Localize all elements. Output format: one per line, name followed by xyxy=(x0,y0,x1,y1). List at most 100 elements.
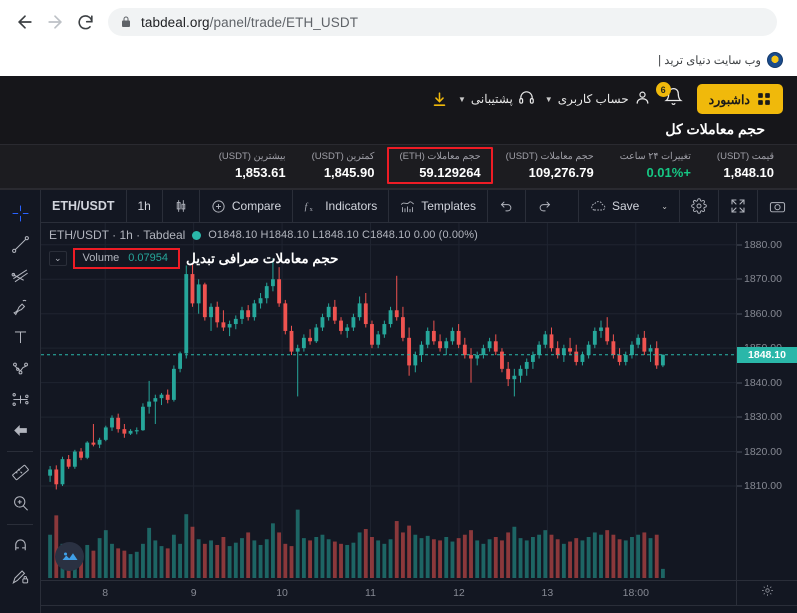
price-axis-label: 1870.00 xyxy=(744,273,782,286)
indicators-label: Indicators xyxy=(325,199,378,213)
price-axis-tick xyxy=(737,485,742,487)
download-icon xyxy=(431,91,448,108)
drawing-lock-tool[interactable] xyxy=(3,561,37,592)
arrow-marker-tool[interactable] xyxy=(3,415,37,446)
drawing-toolbar xyxy=(0,190,41,613)
url-host: tabdeal.org xyxy=(141,14,210,30)
chart-status-bar: 5y 1y 6m 3m 1m 5d 1d 10:03:17 (UTC+4:30)… xyxy=(41,605,797,613)
measure-ruler-icon xyxy=(11,463,30,482)
templates-button[interactable]: Templates xyxy=(389,190,488,222)
ticker-item-volume-usdt: حجم معاملات (USDT) 109,276.79 xyxy=(493,151,607,180)
crosshair-tool[interactable] xyxy=(3,198,37,229)
candlestick-chart xyxy=(41,223,736,578)
support-menu[interactable]: پشتیبانی ▼ xyxy=(458,89,535,109)
pattern-tool[interactable] xyxy=(3,353,37,384)
dashboard-button[interactable]: داشبورد xyxy=(696,84,783,114)
undo-icon xyxy=(499,199,514,214)
trend-line-tool[interactable] xyxy=(3,229,37,260)
price-axis-label: 1810.00 xyxy=(744,480,782,492)
address-bar[interactable]: tabdeal.org/panel/trade/ETH_USDT xyxy=(108,8,777,36)
ticker-label: کمترین (USDT) xyxy=(311,150,375,162)
ticker-item-price: قیمت (USDT) 1,848.10 xyxy=(704,151,787,180)
chevron-down-icon: ▼ xyxy=(544,94,553,104)
url-path: /panel/trade/ETH_USDT xyxy=(209,14,359,30)
market-ticker-bar: قیمت (USDT) 1,848.10 تغییرات ۲۴ ساعت +0.… xyxy=(0,144,797,188)
exchange-watermark-logo xyxy=(55,542,84,571)
grid-icon xyxy=(757,92,771,106)
snapshot-button[interactable] xyxy=(758,190,797,222)
fullscreen-button[interactable] xyxy=(719,190,758,222)
symbol-button[interactable]: ETH/USDT xyxy=(41,190,127,222)
back-arrow-icon xyxy=(15,12,35,32)
undo-button[interactable] xyxy=(488,190,526,222)
back-button[interactable] xyxy=(10,7,40,37)
crosshair-icon xyxy=(11,204,30,223)
bookmark-label: وب سایت دنیای ترید | xyxy=(658,55,761,67)
download-app-button[interactable] xyxy=(431,91,448,108)
forecast-tool[interactable] xyxy=(3,384,37,415)
reload-icon xyxy=(76,13,95,32)
headset-icon xyxy=(518,89,535,109)
plus-circle-icon xyxy=(211,199,226,214)
time-axis-labels: 8 9 10 11 12 13 18:00 xyxy=(41,581,736,605)
templates-icon xyxy=(400,199,415,214)
current-price-tag: 1848.10 xyxy=(737,346,797,363)
price-axis-label: 1840.00 xyxy=(744,376,782,389)
chart-plot-area[interactable]: ETH/USDT · 1h · Tabdeal O1848.10 H1848.1… xyxy=(41,223,736,580)
save-button[interactable]: Save xyxy=(579,190,650,222)
time-axis-label: 18:00 xyxy=(622,587,649,599)
account-menu[interactable]: حساب کاربری ▼ xyxy=(545,89,651,109)
measure-tool[interactable] xyxy=(3,457,37,488)
time-axis[interactable]: 8 9 10 11 12 13 18:00 xyxy=(41,580,797,605)
time-axis-label: 11 xyxy=(365,587,376,599)
fib-retracement-icon xyxy=(11,266,30,285)
price-axis-tick xyxy=(737,278,742,280)
drawing-lock-icon xyxy=(11,567,30,586)
chart-type-button[interactable] xyxy=(163,190,200,222)
zoom-tool[interactable] xyxy=(3,488,37,519)
candlestick-icon xyxy=(174,199,188,213)
save-options-button[interactable]: ⌄ xyxy=(650,190,680,222)
svg-text:x: x xyxy=(310,205,314,212)
interval-button[interactable]: 1h xyxy=(127,190,163,222)
chart-toolbar: ETH/USDT 1h Compare fx Indicators Templa… xyxy=(41,190,797,223)
dashboard-label: داشبورد xyxy=(708,92,750,107)
account-label: حساب کاربری xyxy=(557,92,629,106)
bookmark-item[interactable]: وب سایت دنیای ترید | xyxy=(654,50,787,70)
price-axis-tick xyxy=(737,382,742,384)
interval-label: 1h xyxy=(137,199,151,213)
forward-button[interactable] xyxy=(40,7,70,37)
price-axis[interactable]: 1880.001870.001860.001850.001840.001830.… xyxy=(736,223,797,580)
magnet-tool[interactable] xyxy=(3,530,37,561)
price-axis-label: 1830.00 xyxy=(744,411,782,424)
ticker-item-change-24h: تغییرات ۲۴ ساعت +0.01% xyxy=(607,151,704,180)
site-favicon-icon xyxy=(767,52,783,68)
time-axis-settings-button[interactable] xyxy=(736,581,797,605)
indicators-button[interactable]: fx Indicators xyxy=(293,190,390,222)
ticker-label: قیمت (USDT) xyxy=(716,150,774,162)
trend-line-icon xyxy=(11,235,30,254)
text-tool[interactable] xyxy=(3,322,37,353)
redo-button[interactable] xyxy=(526,190,563,222)
toolbar-spacer xyxy=(563,190,579,222)
chevron-down-icon: ▼ xyxy=(457,94,466,104)
chart-settings-button[interactable] xyxy=(680,190,719,222)
chart-panel: ETH/USDT 1h Compare fx Indicators Templa… xyxy=(0,188,797,613)
ticker-value: 1,853.61 xyxy=(234,164,286,180)
pattern-icon xyxy=(11,359,30,378)
fib-retracement-tool[interactable] xyxy=(3,260,37,291)
templates-label: Templates xyxy=(421,199,476,213)
brush-tool[interactable] xyxy=(3,291,37,322)
chart-main: ETH/USDT 1h Compare fx Indicators Templa… xyxy=(41,190,797,613)
ticker-label: تغییرات ۲۴ ساعت xyxy=(619,150,691,162)
url-text: tabdeal.org/panel/trade/ETH_USDT xyxy=(141,15,358,30)
ticker-label: بیشترین (USDT) xyxy=(218,150,286,162)
toolbar-divider xyxy=(7,451,33,452)
ticker-value: 109,276.79 xyxy=(528,164,594,180)
time-axis-label: 13 xyxy=(541,587,554,599)
text-tool-icon xyxy=(11,328,30,347)
compare-button[interactable]: Compare xyxy=(200,190,294,222)
gear-icon xyxy=(691,198,707,214)
notifications-button[interactable]: 6 xyxy=(655,82,687,112)
reload-button[interactable] xyxy=(70,7,100,37)
